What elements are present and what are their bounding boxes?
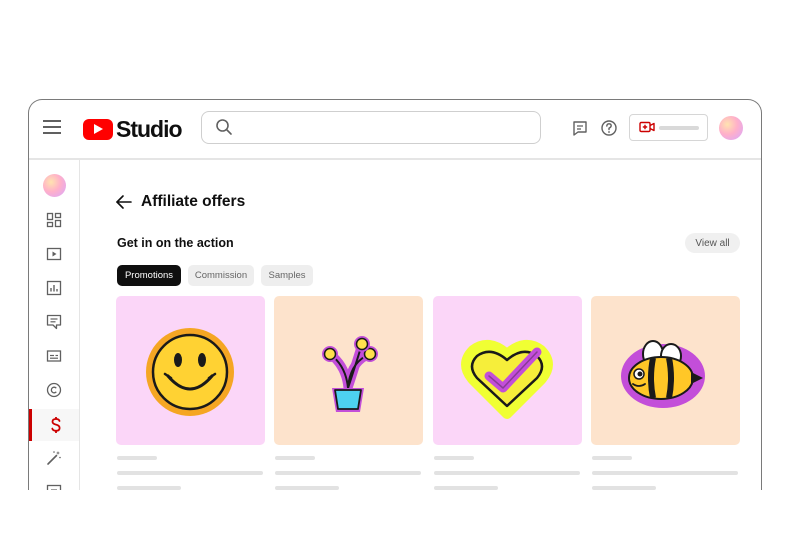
subtitles-icon [46, 350, 62, 362]
bee-sticker [591, 296, 740, 445]
offer-card[interactable] [591, 296, 740, 445]
card-text-placeholder [117, 471, 263, 475]
card-title-placeholder [434, 456, 474, 460]
create-label-placeholder [659, 126, 699, 130]
offer-card[interactable] [116, 296, 265, 445]
help-icon[interactable] [600, 119, 618, 137]
feedback-icon[interactable] [571, 119, 589, 137]
card-text-placeholder [592, 471, 738, 475]
youtube-play-icon [83, 118, 113, 140]
search-input[interactable] [246, 116, 530, 140]
page-title: Affiliate offers [141, 193, 246, 210]
card-text-placeholder [434, 471, 580, 475]
create-button[interactable] [629, 114, 708, 141]
studio-logo[interactable]: Studio [83, 115, 183, 143]
tab-samples[interactable]: Samples [261, 265, 313, 286]
account-avatar[interactable] [719, 116, 743, 140]
video-camera-add-icon [639, 121, 655, 133]
studio-window: Studio Affiliate offers Get in on the ac… [28, 99, 762, 539]
dashboard-icon [46, 212, 62, 228]
sidebar-item-analytics[interactable] [29, 274, 79, 302]
sidebar [29, 160, 80, 539]
card-title-placeholder [117, 456, 157, 460]
main-content: Affiliate offers Get in on the action Vi… [81, 160, 761, 539]
sidebar-item-dashboard[interactable] [29, 206, 79, 234]
app-name: Studio [116, 115, 183, 142]
sidebar-item-subtitles[interactable] [29, 342, 79, 370]
content-icon [46, 247, 62, 261]
card-title-placeholder [275, 456, 315, 460]
top-bar: Studio [29, 100, 761, 160]
sidebar-item-customization[interactable] [29, 444, 79, 472]
search-bar[interactable] [201, 111, 541, 144]
flower-pot-sticker [274, 296, 423, 445]
search-icon [216, 119, 232, 135]
copyright-icon [46, 382, 62, 398]
menu-icon[interactable] [43, 120, 61, 134]
view-all-button[interactable]: View all [685, 233, 740, 253]
tab-commission[interactable]: Commission [188, 265, 254, 286]
smiley-face-sticker [116, 296, 265, 445]
section-title: Get in on the action [117, 236, 234, 250]
card-text-placeholder [275, 471, 421, 475]
card-title-placeholder [592, 456, 632, 460]
sidebar-item-comments[interactable] [29, 308, 79, 336]
bottom-fade [0, 490, 800, 560]
tab-promotions[interactable]: Promotions [117, 265, 181, 286]
heart-check-sticker [433, 296, 582, 445]
back-arrow-icon[interactable] [115, 194, 133, 210]
channel-avatar[interactable] [43, 174, 66, 197]
sidebar-item-copyright[interactable] [29, 376, 79, 404]
offer-card[interactable] [274, 296, 423, 445]
comments-icon [46, 314, 62, 330]
customization-icon [47, 451, 61, 465]
earn-icon [50, 417, 61, 433]
sidebar-item-earn[interactable] [29, 409, 79, 441]
offer-card[interactable] [433, 296, 582, 445]
sidebar-item-content[interactable] [29, 240, 79, 268]
analytics-icon [46, 280, 62, 296]
